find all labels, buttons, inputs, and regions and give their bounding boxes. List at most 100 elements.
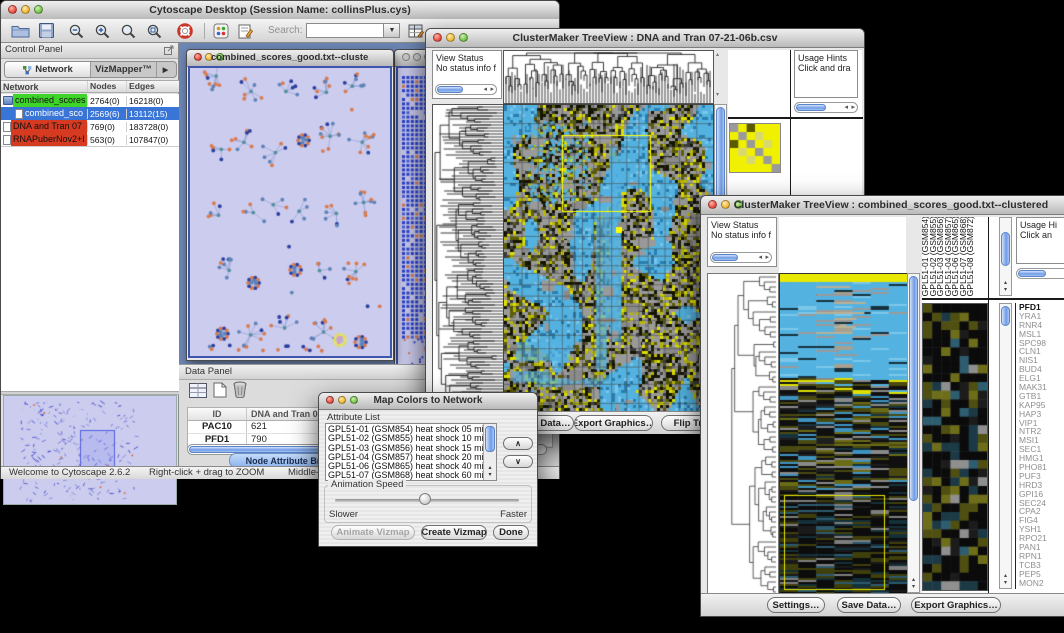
dendro-scroll-up-icon[interactable]: ▴ (716, 51, 719, 58)
help-icon[interactable] (177, 23, 193, 39)
control-panel: Control Panel Network VizMapper™ ▶ Netwo… (1, 43, 179, 466)
attribute-browser-icon[interactable] (408, 23, 425, 39)
treeview1-title: ClusterMaker TreeView : DNA and Tran 07-… (450, 32, 840, 44)
close-icon[interactable] (433, 33, 442, 42)
usage-hints-scrollbar[interactable]: ◂▸ (794, 102, 858, 113)
network-list: combined_scores 2764(0) 16218(0) combine… (1, 94, 179, 146)
treeview-button[interactable]: Save Data… (837, 597, 901, 613)
dendro-scroll-down-icon[interactable]: ▾ (716, 91, 719, 98)
network-list-row[interactable]: combined_scores 2764(0) 16218(0) (1, 94, 179, 107)
search-input[interactable] (306, 23, 384, 38)
network-window-1-title: combined_scores_good.txt--cluste... (211, 52, 369, 63)
zoom-column-labels: GPL51-01 (GSM854)GPL51-02 (GSM855)GPL51-… (922, 217, 986, 296)
tab-network[interactable]: Network (5, 62, 91, 77)
zoom-heatmap[interactable] (922, 303, 988, 591)
zoom-out-icon[interactable] (68, 23, 85, 39)
desktop: Cytoscape Desktop (Session Name: collins… (0, 0, 1064, 633)
col-id[interactable]: ID (188, 408, 247, 420)
animate-vizmap-button[interactable]: Animate Vizmap (331, 525, 415, 540)
status-welcome: Welcome to Cytoscape 2.6.2 (9, 467, 130, 479)
heatmap-vscrollbar[interactable]: ▴▾ (907, 273, 920, 593)
select-attributes-icon[interactable] (189, 383, 207, 403)
zoom-row-labels (794, 122, 856, 174)
usage-hints-title: Usage Hi (1020, 220, 1064, 230)
attribute-listbox[interactable]: GPL51-01 (GSM854) heat shock 05 minGPL51… (325, 423, 497, 481)
move-up-button[interactable]: ∧ (503, 437, 533, 450)
treeview2-buttonbar: Settings… Save Data… Export Graphics… (701, 593, 1064, 616)
zoom-in-icon[interactable] (94, 23, 111, 39)
column-dendrogram[interactable] (503, 50, 714, 104)
column-labels-scrollbar[interactable]: ▴▾ (999, 217, 1012, 296)
column-label[interactable]: GPL51-08 (GSM872) (967, 217, 975, 296)
network-tree-icon (22, 65, 32, 75)
network-view-1[interactable] (188, 66, 392, 358)
col-network[interactable]: Network (1, 81, 87, 94)
row-dendrogram[interactable] (707, 273, 779, 595)
annotation-icon[interactable] (238, 23, 253, 39)
search-dropdown-icon[interactable]: ▼ (384, 23, 400, 38)
global-heatmap[interactable] (503, 104, 714, 413)
speed-slider-thumb[interactable] (419, 493, 431, 505)
treeview-button[interactable]: Export Graphics… (911, 597, 1001, 613)
global-heatmap[interactable] (779, 273, 908, 595)
move-down-button[interactable]: ∨ (503, 455, 533, 468)
close-icon[interactable] (326, 396, 334, 404)
view-status-message: No status info f (436, 63, 498, 73)
gene-label[interactable]: MON2 (1019, 579, 1064, 588)
network-name: RNAPuberNov2+I (11, 133, 87, 146)
tab-network-label: Network (35, 64, 72, 75)
close-icon[interactable] (402, 53, 410, 61)
network-window-1-titlebar[interactable]: combined_scores_good.txt--cluste... (187, 50, 393, 67)
treeview-button[interactable]: Settings… (767, 597, 825, 613)
slower-label: Slower (329, 509, 358, 520)
status-hint-zoom: Right-click + drag to ZOOM (149, 467, 264, 479)
main-window-title: Cytoscape Desktop (Session Name: collins… (25, 4, 535, 16)
birdseye-view[interactable] (3, 395, 177, 505)
network-list-empty-area (1, 146, 179, 392)
done-button[interactable]: Done (493, 525, 529, 540)
tab-vizmapper-label: VizMapper™ (95, 64, 152, 75)
zoom-selected-icon[interactable] (120, 23, 137, 39)
create-vizmap-button[interactable]: Create Vizmap (421, 525, 487, 540)
view-status-scrollbar[interactable]: ◂▸ (710, 252, 772, 263)
usage-hints-scrollbar[interactable] (1016, 268, 1064, 279)
dialog-titlebar[interactable]: Map Colors to Network (319, 393, 537, 410)
view-status-panel: View Status No status info f ◂▸ (432, 50, 502, 99)
network-nodes-count: 2764(0) (87, 96, 126, 106)
control-panel-title: Control Panel (5, 44, 63, 55)
usage-hints-panel: Usage Hints Click and dra (794, 50, 858, 98)
treeview2-titlebar[interactable]: ClusterMaker TreeView : combined_scores_… (701, 196, 1064, 215)
float-panel-icon[interactable] (164, 45, 174, 58)
usage-hints-panel: Usage Hi Click an (1016, 217, 1064, 264)
tab-overflow-icon[interactable]: ▶ (157, 62, 174, 77)
treeview1-titlebar[interactable]: ClusterMaker TreeView : DNA and Tran 07-… (426, 29, 864, 48)
network-list-row[interactable]: combined_sco 2569(6) 13112(15) (1, 107, 179, 120)
tab-vizmapper[interactable]: VizMapper™ (91, 62, 157, 77)
zoom-fit-icon[interactable] (146, 23, 163, 39)
network-name: combined_scores (13, 94, 87, 107)
close-icon[interactable] (708, 200, 717, 209)
usage-hints-message: Click and dra (798, 63, 854, 73)
row-dendrogram[interactable] (432, 104, 504, 413)
view-status-scrollbar[interactable]: ◂▸ (435, 84, 497, 95)
network-list-row[interactable]: RNAPuberNov2+I 563(0) 107847(0) (1, 133, 179, 146)
view-status-panel: View Status No status info f ◂▸ (707, 217, 777, 267)
treeview-button[interactable]: Export Graphics… (574, 415, 653, 431)
vizmapper-icon[interactable] (213, 23, 229, 39)
listbox-scrollbar[interactable]: ▴▾ (483, 424, 496, 480)
close-icon[interactable] (194, 53, 202, 61)
main-titlebar[interactable]: Cytoscape Desktop (Session Name: collins… (1, 1, 559, 20)
col-edges[interactable]: Edges (126, 81, 179, 92)
save-button[interactable] (39, 23, 54, 38)
network-window-1[interactable]: combined_scores_good.txt--cluste... (186, 49, 394, 361)
open-file-button[interactable] (11, 23, 30, 38)
new-attribute-icon[interactable] (213, 382, 227, 403)
delete-attribute-icon[interactable] (233, 381, 247, 403)
zoom-vscrollbar[interactable]: ▴▾ (999, 303, 1012, 589)
animation-speed-label: Animation Speed (328, 479, 406, 490)
col-nodes[interactable]: Nodes (87, 81, 126, 92)
zoom-heatmap[interactable] (729, 123, 781, 173)
network-list-row[interactable]: DNA and Tran 07 769(0) 183728(0) (1, 120, 179, 133)
minimize-icon[interactable] (413, 53, 421, 61)
close-icon[interactable] (8, 5, 17, 14)
